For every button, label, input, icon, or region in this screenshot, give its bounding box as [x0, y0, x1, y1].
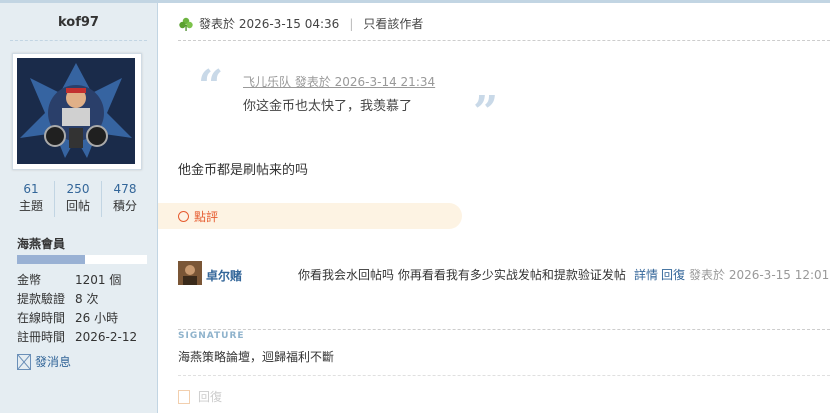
- avatar[interactable]: [12, 53, 142, 170]
- signature-divider: [178, 329, 830, 330]
- comment-text: 你看我会水回帖吗 你再看看我有多少实战发帖和提款验证发帖: [298, 268, 626, 282]
- quote-text: 你这金币也太快了，我羡慕了: [243, 99, 413, 114]
- stat-value: 61: [23, 182, 39, 196]
- info-key: 註冊時間: [17, 330, 66, 344]
- send-message-link[interactable]: 發消息: [17, 353, 71, 370]
- post-main: 發表於 2026-3-15 04:36 | 只看該作者 “ 飞儿乐队 發表於 2…: [158, 3, 830, 413]
- info-value: 26 小時: [75, 311, 119, 325]
- info-value: 1201 個: [75, 273, 122, 287]
- info-row: 在線時間 26 小時: [17, 309, 152, 328]
- info-key: 提款驗證: [17, 292, 66, 306]
- stat-threads[interactable]: 61 主題: [8, 181, 55, 217]
- envelope-icon: [17, 353, 31, 370]
- quote-block: “ 飞儿乐队 發表於 2026-3-14 21:34 你这金币也太快了，我羡慕了…: [193, 61, 523, 138]
- stat-replies[interactable]: 250 回帖: [55, 181, 102, 217]
- info-key: 金幣: [17, 273, 42, 287]
- open-quote-icon: “: [198, 61, 224, 112]
- close-quote-icon: ”: [473, 87, 499, 138]
- comment-reply-link[interactable]: 回復: [661, 266, 685, 283]
- stat-points[interactable]: 478 積分: [102, 181, 148, 217]
- reply-button[interactable]: 回復: [178, 388, 222, 405]
- reply-icon: [178, 389, 190, 404]
- level-progress-bar: [17, 255, 147, 264]
- comment-detail-link[interactable]: 詳情: [634, 266, 658, 283]
- info-value: 8 次: [75, 292, 99, 306]
- user-info: 金幣 1201 個 提款驗證 8 次 在線時間 26 小時 註冊時間 2026-…: [17, 271, 152, 347]
- divider: [178, 375, 830, 376]
- rate-circle-icon: [178, 210, 189, 222]
- signature-title: SIGNATURE: [178, 331, 245, 341]
- level-progress-fill: [17, 255, 85, 264]
- info-row: 金幣 1201 個: [17, 271, 152, 290]
- comment-item: 卓尔赌 你看我会水回帖吗 你再看看我有多少实战发帖和提款验证发帖 詳情 回復 發…: [178, 261, 830, 287]
- reply-label: 回復: [198, 390, 223, 404]
- info-value: 2026-2-12: [75, 330, 138, 344]
- user-stats: 61 主題 250 回帖 478 積分: [8, 181, 148, 217]
- post-header: 發表於 2026-3-15 04:36 | 只看該作者: [178, 15, 423, 32]
- clover-icon: [179, 17, 193, 31]
- divider: [178, 40, 830, 41]
- comment-author-link[interactable]: 卓尔赌: [206, 267, 242, 284]
- post-content: 他金币都是刷帖来的吗: [178, 163, 309, 178]
- signature-text: 海燕策略論壇，迴歸福利不斷: [178, 350, 335, 364]
- user-group[interactable]: 海燕會員: [17, 235, 65, 252]
- quote-author-link[interactable]: 飞儿乐队 發表於 2026-3-14 21:34: [243, 73, 435, 90]
- info-row: 提款驗證 8 次: [17, 290, 152, 309]
- rate-label: 點評: [194, 209, 219, 224]
- post-timestamp: 發表於 2026-3-15 04:36: [199, 17, 340, 31]
- info-row: 註冊時間 2026-2-12: [17, 328, 152, 347]
- avatar-image: [17, 58, 135, 164]
- rate-button[interactable]: 點評: [158, 203, 462, 229]
- separator: |: [349, 16, 354, 31]
- stat-label: 主題: [18, 199, 43, 213]
- comment-timestamp: 發表於 2026-3-15 12:01: [689, 268, 830, 282]
- author-name[interactable]: kof97: [0, 15, 157, 30]
- comment-avatar[interactable]: [178, 261, 202, 285]
- only-author-link[interactable]: 只看該作者: [363, 15, 423, 32]
- author-sidebar: kof97 61 主題 250 回帖 478 積分 海燕會員 金幣 1201 個…: [0, 3, 158, 413]
- stat-value: 478: [113, 182, 137, 196]
- stat-label: 回帖: [65, 199, 90, 213]
- info-key: 在線時間: [17, 311, 66, 325]
- stat-value: 250: [66, 182, 90, 196]
- stat-label: 積分: [112, 199, 137, 213]
- divider: [10, 40, 147, 41]
- send-message-label: 發消息: [35, 355, 72, 369]
- comment-avatar-image: [178, 261, 202, 285]
